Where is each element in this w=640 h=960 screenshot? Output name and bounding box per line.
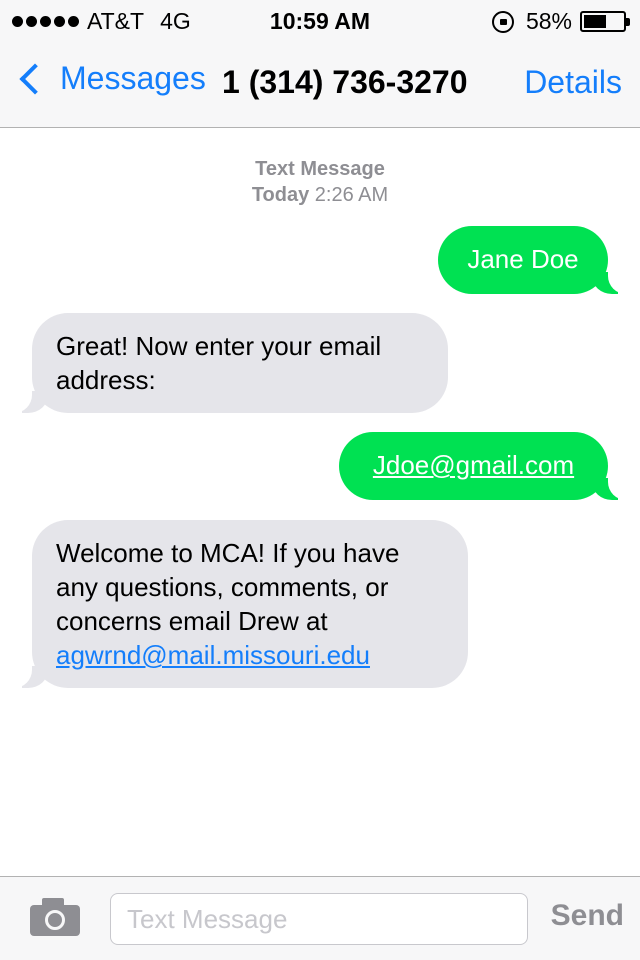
camera-button[interactable]	[30, 898, 80, 938]
conversation-timestamp: Text Message Today 2:26 AM	[0, 156, 640, 208]
message-time: 2:26 AM	[314, 184, 389, 206]
email-link[interactable]: Jdoe@gmail.com	[373, 450, 574, 480]
message-composer: Send	[0, 876, 640, 960]
message-text: Welcome to MCA! If you have any question…	[56, 538, 400, 636]
battery-fill	[584, 15, 607, 28]
bubble-tail	[8, 389, 48, 413]
message-day: Today	[251, 184, 310, 206]
nav-bar: Messages 1 (314) 736-3270 Details	[0, 40, 640, 128]
bubble-tail	[592, 270, 632, 294]
back-button-label: Messages	[60, 60, 206, 96]
send-button[interactable]: Send	[551, 899, 624, 933]
status-right: 58%	[491, 8, 630, 35]
message-type-label: Text Message	[255, 158, 385, 180]
status-bar: AT&T 4G 10:59 AM 58%	[0, 0, 640, 40]
email-link[interactable]: agwrnd@mail.missouri.edu	[56, 640, 370, 670]
back-button[interactable]: Messages	[14, 60, 206, 97]
outgoing-message-bubble[interactable]: Jdoe@gmail.com	[339, 432, 632, 500]
bubble-tail	[8, 664, 48, 688]
details-button[interactable]: Details	[524, 64, 622, 101]
bubble-tail	[592, 476, 632, 500]
chevron-left-icon	[19, 62, 51, 95]
message-input[interactable]	[110, 893, 528, 945]
incoming-message-bubble[interactable]: Welcome to MCA! If you have any question…	[8, 520, 468, 688]
orientation-lock-icon	[491, 10, 514, 33]
message-text: Great! Now enter your email address:	[56, 331, 382, 395]
battery-percent: 58%	[525, 8, 572, 34]
contact-title: 1 (314) 736-3270	[222, 64, 468, 100]
outgoing-message-bubble[interactable]: Jane Doe	[438, 226, 632, 294]
message-date: Today 2:26 AM	[0, 182, 640, 208]
battery-icon	[580, 11, 630, 32]
message-text: Jane Doe	[467, 244, 579, 274]
incoming-message-bubble[interactable]: Great! Now enter your email address:	[8, 313, 448, 413]
camera-lens-icon	[45, 910, 65, 930]
